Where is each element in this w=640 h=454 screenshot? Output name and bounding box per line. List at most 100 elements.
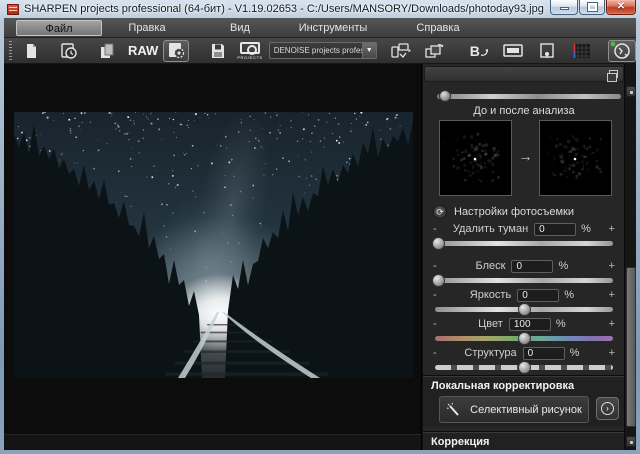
- fullscreen-button[interactable]: [502, 40, 524, 62]
- history-button[interactable]: [60, 40, 78, 62]
- cycle-icon: ›: [601, 402, 614, 415]
- local-correction-section: Локальная корректировка Селективный рису…: [423, 375, 625, 427]
- menu-file[interactable]: Файл: [16, 20, 102, 36]
- slider-increase-button[interactable]: +: [605, 223, 615, 235]
- slider-value-input[interactable]: 0: [534, 223, 576, 236]
- slider-track[interactable]: [435, 278, 613, 283]
- pin-view-button[interactable]: [538, 40, 556, 62]
- scroll-up-button[interactable]: [626, 86, 636, 97]
- slider-thumb[interactable]: [518, 303, 531, 316]
- titlebar[interactable]: SHARPEN projects professional (64-бит) -…: [0, 0, 640, 18]
- slider-value-input[interactable]: 0: [511, 260, 553, 273]
- preset-dropdown-value[interactable]: DENOISE projects professional: [269, 42, 362, 59]
- toolbar-grip[interactable]: [9, 41, 12, 60]
- projects-label: PROJECTS: [237, 55, 262, 60]
- refresh-icon[interactable]: ⟳: [433, 205, 447, 219]
- monitor-icon: [502, 43, 524, 59]
- preview-zoom-track[interactable]: [437, 94, 621, 99]
- menu-tools[interactable]: Инструменты: [292, 20, 374, 36]
- slider-thumb[interactable]: [432, 237, 445, 250]
- slider-group: - Блеск 0 % +: [423, 259, 625, 288]
- slider-decrease-button[interactable]: -: [433, 260, 445, 272]
- slider-unit-label: %: [564, 289, 580, 301]
- analysis-after-thumbnail[interactable]: [539, 120, 612, 196]
- slider-track-area[interactable]: [433, 331, 615, 346]
- selective-drawing-label: Селективный рисунок: [470, 404, 582, 416]
- fft-before-image: [440, 121, 511, 195]
- menu-edit[interactable]: Правка: [116, 20, 178, 36]
- slider-track-area[interactable]: [433, 273, 615, 288]
- minimize-button[interactable]: [550, 0, 578, 15]
- photo-preview[interactable]: [14, 112, 413, 378]
- slider-value-input[interactable]: 100: [509, 318, 551, 331]
- slider-group: - Цвет 100 % +: [423, 317, 625, 346]
- raw-mode-button[interactable]: RAW: [128, 40, 158, 62]
- app-logo-icon: [7, 4, 19, 15]
- chevron-down-icon[interactable]: ▼: [362, 42, 377, 59]
- slider-increase-button[interactable]: +: [605, 289, 615, 301]
- histogram-button[interactable]: [570, 40, 592, 62]
- slider-track[interactable]: [435, 241, 613, 246]
- undock-panel-icon[interactable]: [609, 70, 618, 78]
- local-correction-title: Локальная корректировка: [423, 376, 625, 394]
- slider-label: Цвет: [478, 318, 503, 330]
- analysis-before-thumbnail[interactable]: [439, 120, 512, 196]
- slider-group: - Яркость 0 % +: [423, 288, 625, 317]
- selective-cycle-button[interactable]: ›: [596, 397, 619, 420]
- slider-group: - Удалить туман 0 % +: [423, 222, 625, 251]
- slider-value-input[interactable]: 0: [523, 347, 565, 360]
- preset-dropdown[interactable]: DENOISE projects professional ▼: [269, 42, 377, 59]
- export-device-button[interactable]: [390, 40, 412, 62]
- close-icon: ✕: [607, 1, 635, 12]
- slider-thumb[interactable]: [432, 274, 445, 287]
- save-button[interactable]: [209, 40, 227, 62]
- analysis-title: До и после анализа: [423, 105, 625, 117]
- slider-label: Яркость: [470, 289, 511, 301]
- selective-drawing-button[interactable]: Селективный рисунок: [439, 396, 589, 423]
- slider-thumb[interactable]: [518, 361, 531, 374]
- status-dot-icon: [611, 42, 615, 46]
- slider-thumb[interactable]: [518, 332, 531, 345]
- slider-decrease-button[interactable]: -: [433, 289, 445, 301]
- scroll-down-button[interactable]: [626, 436, 636, 447]
- menubar: Файл Правка Вид Инструменты Справка: [4, 18, 636, 38]
- slider-decrease-button[interactable]: -: [433, 347, 445, 359]
- histogram-icon: [570, 42, 592, 60]
- slider-increase-button[interactable]: +: [605, 318, 615, 330]
- preview-zoom-thumb[interactable]: [439, 90, 451, 102]
- panel-scrollbar[interactable]: [624, 64, 636, 450]
- slider-track-area[interactable]: [433, 360, 615, 375]
- batch-button[interactable]: B: [470, 40, 490, 62]
- status-bar: [4, 434, 421, 450]
- slider-increase-button[interactable]: +: [605, 260, 615, 272]
- scrollbar-thumb[interactable]: [626, 267, 636, 427]
- menu-help[interactable]: Справка: [408, 20, 468, 36]
- duplicate-button[interactable]: [424, 40, 444, 62]
- slider-decrease-button[interactable]: -: [433, 223, 445, 235]
- compare-button[interactable]: [608, 40, 636, 62]
- projects-logo-icon: PROJECTS: [237, 42, 262, 60]
- slider-value-input[interactable]: 0: [517, 289, 559, 302]
- menu-view[interactable]: Вид: [220, 20, 260, 36]
- slider-group: - Структура 0 % +: [423, 346, 625, 375]
- close-button[interactable]: ✕: [606, 0, 636, 15]
- wand-icon: [446, 402, 462, 418]
- new-file-button[interactable]: [22, 40, 40, 62]
- slider-unit-label: %: [570, 347, 586, 359]
- settings-mode-button[interactable]: [163, 40, 189, 62]
- slider-unit-label: %: [556, 318, 572, 330]
- slider-track-area[interactable]: [433, 302, 615, 317]
- arrow-right-icon: →: [512, 148, 539, 164]
- slider-track-area[interactable]: [433, 236, 615, 251]
- copy-button[interactable]: [98, 40, 116, 62]
- canvas-area: [4, 64, 422, 450]
- batch-arrow-icon: [480, 44, 490, 58]
- slider-decrease-button[interactable]: -: [433, 318, 445, 330]
- preview-zoom-slider[interactable]: [437, 90, 621, 102]
- pin-view-icon: [538, 42, 556, 60]
- maximize-button[interactable]: [579, 0, 605, 15]
- panel-header[interactable]: [424, 66, 624, 82]
- copy-icon: [98, 42, 116, 60]
- projects-button[interactable]: PROJECTS: [237, 40, 262, 62]
- slider-increase-button[interactable]: +: [605, 347, 615, 359]
